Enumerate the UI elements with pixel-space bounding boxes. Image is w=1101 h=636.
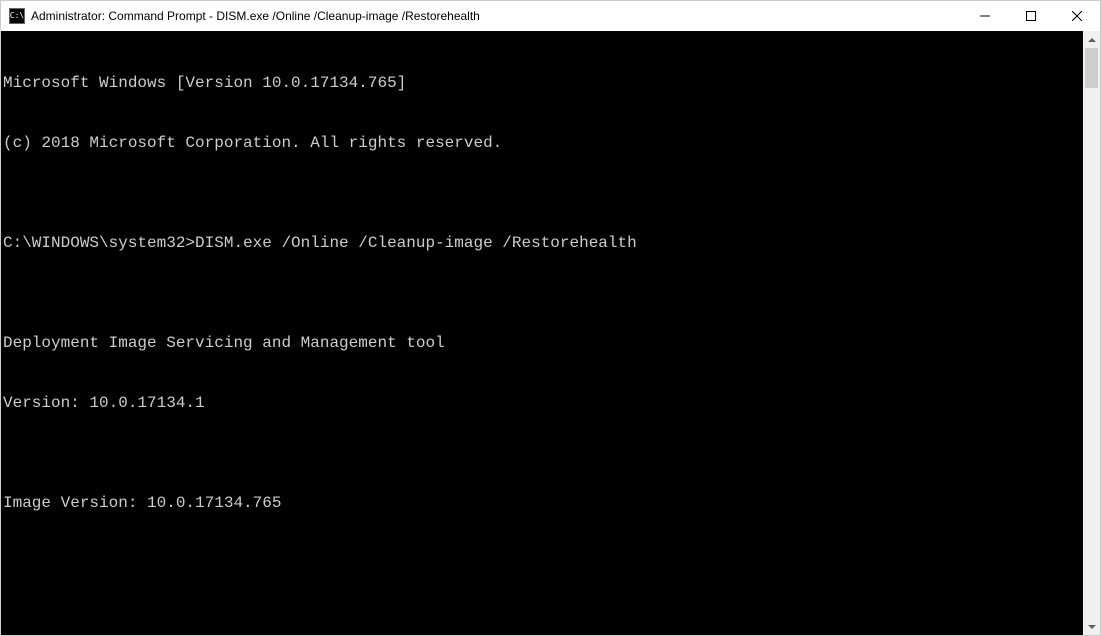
terminal-output[interactable]: Microsoft Windows [Version 10.0.17134.76… bbox=[1, 31, 1083, 635]
scroll-down-button[interactable] bbox=[1083, 618, 1100, 635]
titlebar-left: C:\ Administrator: Command Prompt - DISM… bbox=[9, 8, 480, 24]
scroll-thumb[interactable] bbox=[1085, 48, 1098, 88]
window-controls bbox=[962, 1, 1100, 31]
terminal-line: Image Version: 10.0.17134.765 bbox=[3, 493, 1083, 513]
close-button[interactable] bbox=[1054, 1, 1100, 31]
terminal-line: Deployment Image Servicing and Managemen… bbox=[3, 333, 1083, 353]
titlebar[interactable]: C:\ Administrator: Command Prompt - DISM… bbox=[1, 1, 1100, 31]
command-prompt-window: C:\ Administrator: Command Prompt - DISM… bbox=[0, 0, 1101, 636]
maximize-icon bbox=[1026, 11, 1036, 21]
terminal-line: Version: 10.0.17134.1 bbox=[3, 393, 1083, 413]
minimize-icon bbox=[980, 11, 990, 21]
minimize-button[interactable] bbox=[962, 1, 1008, 31]
terminal-line: (c) 2018 Microsoft Corporation. All righ… bbox=[3, 133, 1083, 153]
terminal-line: C:\WINDOWS\system32>DISM.exe /Online /Cl… bbox=[3, 233, 1083, 253]
scroll-track[interactable] bbox=[1083, 48, 1100, 618]
chevron-down-icon bbox=[1088, 625, 1096, 629]
chevron-up-icon bbox=[1088, 38, 1096, 42]
cmd-icon: C:\ bbox=[9, 8, 25, 24]
window-title: Administrator: Command Prompt - DISM.exe… bbox=[31, 9, 480, 23]
maximize-button[interactable] bbox=[1008, 1, 1054, 31]
cmd-icon-text: C:\ bbox=[10, 12, 24, 20]
close-icon bbox=[1072, 11, 1082, 21]
scroll-up-button[interactable] bbox=[1083, 31, 1100, 48]
content-area: Microsoft Windows [Version 10.0.17134.76… bbox=[1, 31, 1100, 635]
terminal-line: Microsoft Windows [Version 10.0.17134.76… bbox=[3, 73, 1083, 93]
vertical-scrollbar[interactable] bbox=[1083, 31, 1100, 635]
